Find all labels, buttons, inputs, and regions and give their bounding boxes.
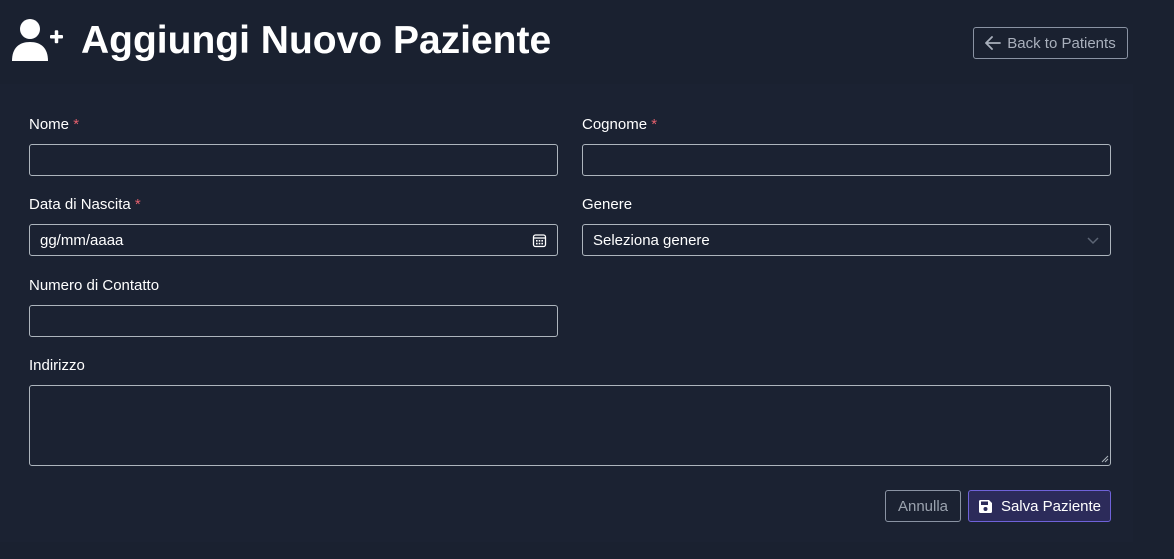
contatto-label: Numero di Contatto: [29, 277, 160, 294]
required-marker: *: [134, 196, 141, 213]
genere-select[interactable]: Seleziona genere: [582, 224, 1111, 256]
cancel-button[interactable]: Annulla: [885, 490, 961, 522]
resize-handle-icon[interactable]: [1101, 455, 1109, 463]
genere-selected-value: Seleziona genere: [593, 231, 710, 249]
save-button-label: Salva Paziente: [1000, 497, 1102, 515]
genere-label: Genere: [582, 196, 633, 213]
date-placeholder: gg/mm/aaaa: [40, 231, 124, 249]
contatto-input[interactable]: [29, 305, 558, 337]
page-title: Aggiungi Nuovo Paziente: [81, 19, 552, 62]
cognome-label-text: Cognome: [582, 116, 648, 133]
data-nascita-label-text: Data di Nascita: [29, 196, 131, 213]
nome-input[interactable]: [29, 144, 558, 176]
arrow-left-icon: [985, 36, 1002, 50]
calendar-icon[interactable]: [532, 233, 547, 248]
back-to-patients-button[interactable]: Back to Patients: [973, 27, 1128, 59]
save-patient-button[interactable]: Salva Paziente: [968, 490, 1111, 522]
indirizzo-textarea[interactable]: [29, 385, 1111, 466]
data-nascita-label: Data di Nascita *: [29, 196, 141, 214]
required-marker: *: [73, 116, 80, 133]
nome-label-text: Nome: [29, 116, 70, 133]
page-header: Aggiungi Nuovo Paziente Back to Patients: [0, 0, 1174, 84]
nome-label: Nome *: [29, 116, 79, 134]
chevron-down-icon: [1087, 237, 1099, 245]
data-nascita-input[interactable]: gg/mm/aaaa: [29, 224, 558, 256]
indirizzo-label: Indirizzo: [29, 357, 85, 374]
cognome-label: Cognome *: [582, 116, 657, 134]
floppy-disk-icon: [978, 499, 992, 513]
required-marker: *: [651, 116, 658, 133]
cognome-input[interactable]: [582, 144, 1111, 176]
user-plus-icon: [12, 19, 63, 61]
back-button-label: Back to Patients: [1007, 34, 1116, 52]
